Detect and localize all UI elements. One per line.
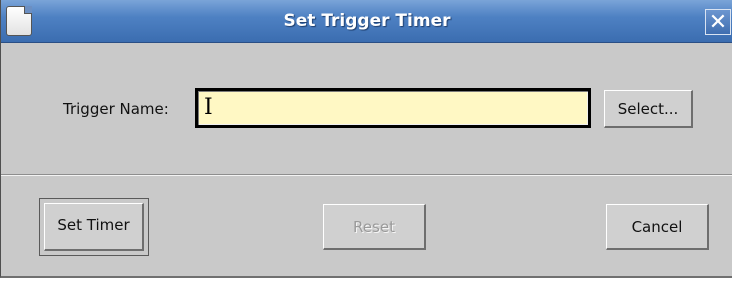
set-timer-button[interactable]: Set Timer (39, 198, 149, 256)
select-button[interactable]: Select... (604, 90, 693, 128)
set-trigger-timer-dialog: Set Trigger Timer ✕ Trigger Name: I Sele… (0, 0, 732, 278)
trigger-name-input[interactable] (195, 88, 591, 128)
title-bar[interactable]: Set Trigger Timer ✕ (1, 0, 732, 43)
cancel-button[interactable]: Cancel (606, 204, 709, 250)
separator (1, 174, 732, 176)
set-timer-button-label: Set Timer (44, 203, 144, 251)
close-icon[interactable]: ✕ (705, 9, 731, 35)
trigger-name-label: Trigger Name: (63, 100, 169, 118)
reset-button: Reset (323, 204, 426, 250)
window-title: Set Trigger Timer (283, 11, 451, 31)
